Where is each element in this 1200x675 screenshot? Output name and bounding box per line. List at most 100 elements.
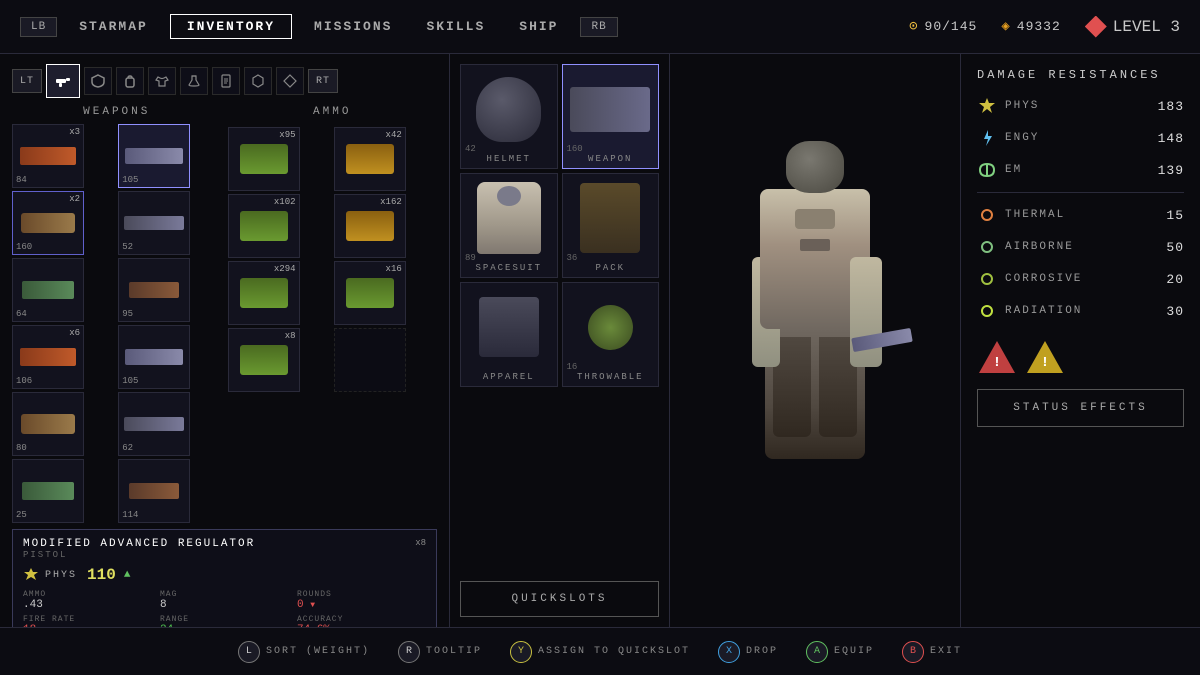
ammo-count-2: x42 bbox=[386, 130, 402, 140]
encumbrance-icon: ⊙ bbox=[909, 18, 918, 35]
equip-apparel[interactable]: APPAREL bbox=[460, 282, 558, 387]
weapon-item-11[interactable]: 25 bbox=[12, 459, 84, 523]
weapon-value-7: 106 bbox=[16, 376, 32, 386]
ammo-section: AMMO x95 x42 x102 bbox=[228, 106, 438, 523]
status-effects-button[interactable]: STATUS EFFECTS bbox=[977, 389, 1184, 427]
quickslots-button[interactable]: QUICKSLOTS bbox=[460, 581, 659, 617]
equip-button-icon[interactable]: A bbox=[806, 641, 828, 663]
weapon-value-11: 25 bbox=[16, 510, 27, 520]
exit-button-icon[interactable]: B bbox=[902, 641, 924, 663]
weapon-shape-4 bbox=[124, 216, 184, 230]
cat-misc[interactable] bbox=[212, 67, 240, 95]
credits-value: 49332 bbox=[1017, 19, 1061, 34]
right-panel: DAMAGE RESISTANCES PHYS 183 ENGY 148 bbox=[960, 54, 1200, 627]
drop-label: DROP bbox=[746, 646, 778, 657]
thermal-dot bbox=[981, 209, 993, 221]
equip-weapon[interactable]: 160 WEAPON bbox=[562, 64, 660, 169]
res-em-row: EM 139 bbox=[977, 160, 1184, 180]
corrosive-icon bbox=[977, 269, 997, 289]
character-head bbox=[786, 141, 844, 193]
ammo-item-1[interactable]: x95 bbox=[228, 127, 300, 191]
rt-button[interactable]: RT bbox=[308, 69, 338, 93]
weapons-label: WEAPONS bbox=[12, 106, 222, 118]
action-quickslot: Y ASSIGN TO QUICKSLOT bbox=[510, 641, 690, 663]
nav-left: LB STARMAP INVENTORY MISSIONS SKILLS SHI… bbox=[20, 14, 618, 39]
ammo-item-2[interactable]: x42 bbox=[334, 127, 406, 191]
tab-starmap[interactable]: STARMAP bbox=[67, 19, 160, 34]
tab-missions[interactable]: MISSIONS bbox=[302, 19, 404, 34]
quickslot-button-icon[interactable]: Y bbox=[510, 641, 532, 663]
status-icons-row: ! ! bbox=[977, 337, 1184, 377]
sort-button-icon[interactable]: L bbox=[238, 641, 260, 663]
damage-label: PHYS bbox=[45, 570, 77, 581]
equip-spacesuit[interactable]: 89 SPACESUIT bbox=[460, 173, 558, 278]
weapon-item-4[interactable]: 52 bbox=[118, 191, 190, 255]
cat-shield[interactable] bbox=[84, 67, 112, 95]
weapon-item-8[interactable]: 105 bbox=[118, 325, 190, 389]
spacesuit-preview bbox=[466, 178, 552, 258]
ammo-item-3[interactable]: x102 bbox=[228, 194, 300, 258]
tab-skills[interactable]: SKILLS bbox=[414, 19, 497, 34]
ammo-shape-3 bbox=[240, 211, 288, 241]
weapon-item-9[interactable]: 80 bbox=[12, 392, 84, 456]
chest-detail bbox=[795, 209, 835, 229]
lt-button[interactable]: LT bbox=[12, 69, 42, 93]
cat-consumable[interactable] bbox=[180, 67, 208, 95]
character-figure bbox=[738, 131, 893, 551]
top-nav: LB STARMAP INVENTORY MISSIONS SKILLS SHI… bbox=[0, 0, 1200, 54]
diamond-icon bbox=[283, 74, 297, 88]
engy-label: ENGY bbox=[1005, 132, 1150, 144]
weapon-item-2[interactable]: 105 bbox=[118, 124, 190, 188]
weapon-value-3: 160 bbox=[16, 242, 32, 252]
corrosive-label: CORROSIVE bbox=[1005, 273, 1158, 285]
helmet-preview bbox=[466, 69, 552, 149]
ammo-item-5[interactable]: x294 bbox=[228, 261, 300, 325]
credits-icon: ◈ bbox=[1001, 18, 1010, 35]
tab-inventory[interactable]: INVENTORY bbox=[170, 14, 292, 39]
cat-weapons[interactable] bbox=[46, 64, 80, 98]
weapon-shape-1 bbox=[20, 147, 76, 165]
cat-resources[interactable] bbox=[244, 67, 272, 95]
weapon-shape-7 bbox=[20, 348, 76, 366]
doc-icon bbox=[219, 74, 233, 88]
weapon-shape-3 bbox=[21, 213, 75, 233]
cat-quest[interactable] bbox=[276, 67, 304, 95]
weapon-shape-6 bbox=[129, 282, 179, 298]
equip-helmet[interactable]: 42 HELMET bbox=[460, 64, 558, 169]
cat-apparel[interactable] bbox=[148, 67, 176, 95]
ammo-shape-1 bbox=[240, 144, 288, 174]
stats-grid: AMMO .43 MAG 8 ROUNDS 0 ▼ FIRE RATE 18 ▼ bbox=[23, 590, 426, 627]
encumbrance-value: 90/145 bbox=[925, 19, 978, 34]
res-airborne-row: AIRBORNE 50 bbox=[977, 237, 1184, 257]
weapon-item-3[interactable]: x2 160 bbox=[12, 191, 84, 255]
equip-throwable[interactable]: 16 THROWABLE bbox=[562, 282, 660, 387]
encumbrance-stat: ⊙ 90/145 bbox=[909, 18, 977, 35]
lb-button[interactable]: LB bbox=[20, 17, 57, 37]
phys-value: 183 bbox=[1158, 99, 1184, 114]
chest-detail-2 bbox=[800, 239, 830, 251]
ammo-item-8[interactable] bbox=[334, 328, 406, 392]
main-area: LT RT bbox=[0, 54, 1200, 627]
ammo-shape-6 bbox=[346, 278, 394, 308]
quickslot-label: ASSIGN TO QUICKSLOT bbox=[538, 646, 690, 657]
tooltip-button-icon[interactable]: R bbox=[398, 641, 420, 663]
stat-mag: MAG 8 bbox=[160, 590, 289, 611]
cat-pack[interactable] bbox=[116, 67, 144, 95]
ammo-item-4[interactable]: x162 bbox=[334, 194, 406, 258]
ammo-item-6[interactable]: x16 bbox=[334, 261, 406, 325]
weapon-item-1[interactable]: x3 84 bbox=[12, 124, 84, 188]
ammo-item-7[interactable]: x8 bbox=[228, 328, 300, 392]
thermal-icon bbox=[977, 205, 997, 225]
airborne-dot bbox=[981, 241, 993, 253]
weapon-item-10[interactable]: 62 bbox=[118, 392, 190, 456]
action-drop: X DROP bbox=[718, 641, 778, 663]
weapon-item-5[interactable]: 64 bbox=[12, 258, 84, 322]
rb-button[interactable]: RB bbox=[580, 17, 617, 37]
equip-pack[interactable]: 36 PACK bbox=[562, 173, 660, 278]
tab-ship[interactable]: SHIP bbox=[507, 19, 570, 34]
weapon-item-12[interactable]: 114 bbox=[118, 459, 190, 523]
drop-button-icon[interactable]: X bbox=[718, 641, 740, 663]
weapon-value-2: 105 bbox=[122, 175, 138, 185]
weapon-item-7[interactable]: x6 106 bbox=[12, 325, 84, 389]
weapon-item-6[interactable]: 95 bbox=[118, 258, 190, 322]
